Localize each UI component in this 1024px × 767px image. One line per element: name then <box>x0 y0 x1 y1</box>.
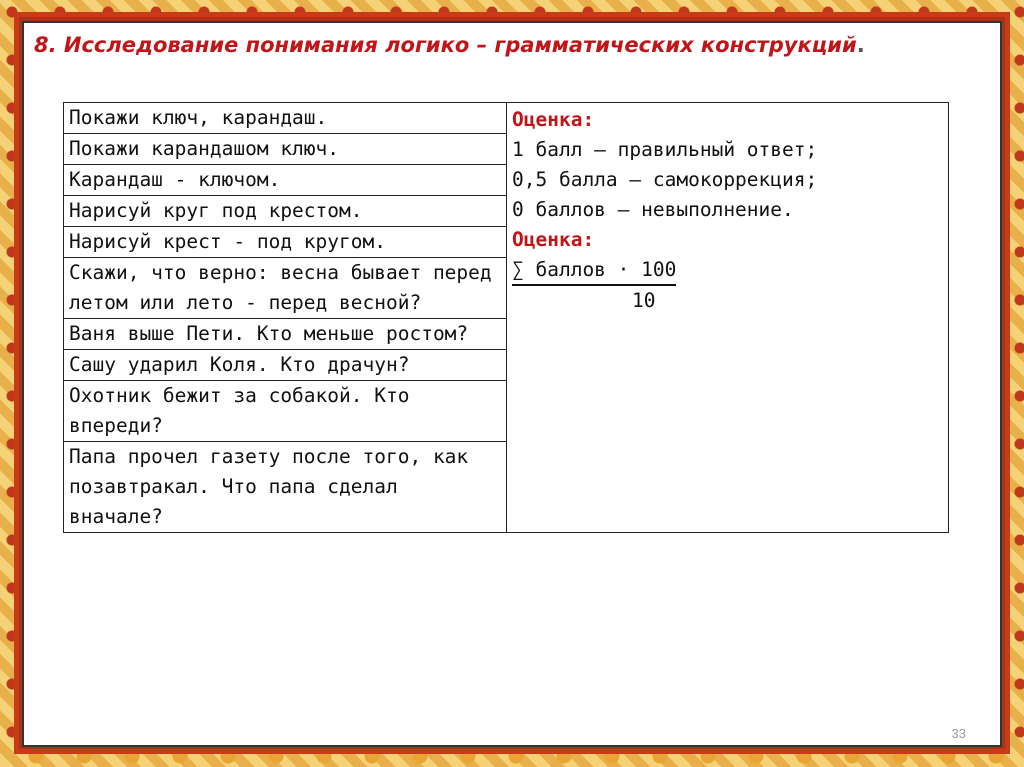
tasks-table: Покажи ключ, карандаш. Оценка: 1 балл – … <box>63 102 949 533</box>
task-cell: Карандаш - ключом. <box>63 164 507 196</box>
task-cell: Покажи карандашом ключ. <box>63 133 507 165</box>
formula-numerator: ∑ баллов · 100 <box>512 256 677 286</box>
task-cell: Сашу ударил Коля. Кто драчун? <box>63 349 507 381</box>
scoring-line-2: 0,5 балла – самокоррекция; <box>512 168 818 191</box>
scoring-cell: Оценка: 1 балл – правильный ответ; 0,5 б… <box>506 102 949 533</box>
task-cell: Папа прочел газету после того, как позав… <box>63 441 507 533</box>
task-cell: Покажи ключ, карандаш. <box>63 102 507 134</box>
page-number: 33 <box>951 726 966 741</box>
scoring-label-1: Оценка: <box>512 108 595 131</box>
task-cell: Охотник бежит за собакой. Кто впереди? <box>63 380 507 442</box>
scoring-line-3: 0 баллов – невыполнение. <box>512 198 794 221</box>
task-cell: Нарисуй круг под крестом. <box>63 195 507 227</box>
slide-title-text: 8. Исследование понимания логико – грамм… <box>34 33 857 57</box>
scoring-label-2: Оценка: <box>512 228 595 251</box>
slide-title-dot: . <box>856 33 865 57</box>
task-cell: Ваня выше Пети. Кто меньше ростом? <box>63 318 507 350</box>
slide-title: 8. Исследование понимания логико – грамм… <box>34 33 865 57</box>
task-cell: Нарисуй крест - под кругом. <box>63 226 507 258</box>
formula-denominator: 10 <box>632 289 656 312</box>
scoring-line-1: 1 балл – правильный ответ; <box>512 138 818 161</box>
task-cell: Скажи, что верно: весна бывает перед лет… <box>63 257 507 319</box>
slide-content: 8. Исследование понимания логико – грамм… <box>22 21 1002 747</box>
table-row: Покажи ключ, карандаш. Оценка: 1 балл – … <box>63 102 949 533</box>
